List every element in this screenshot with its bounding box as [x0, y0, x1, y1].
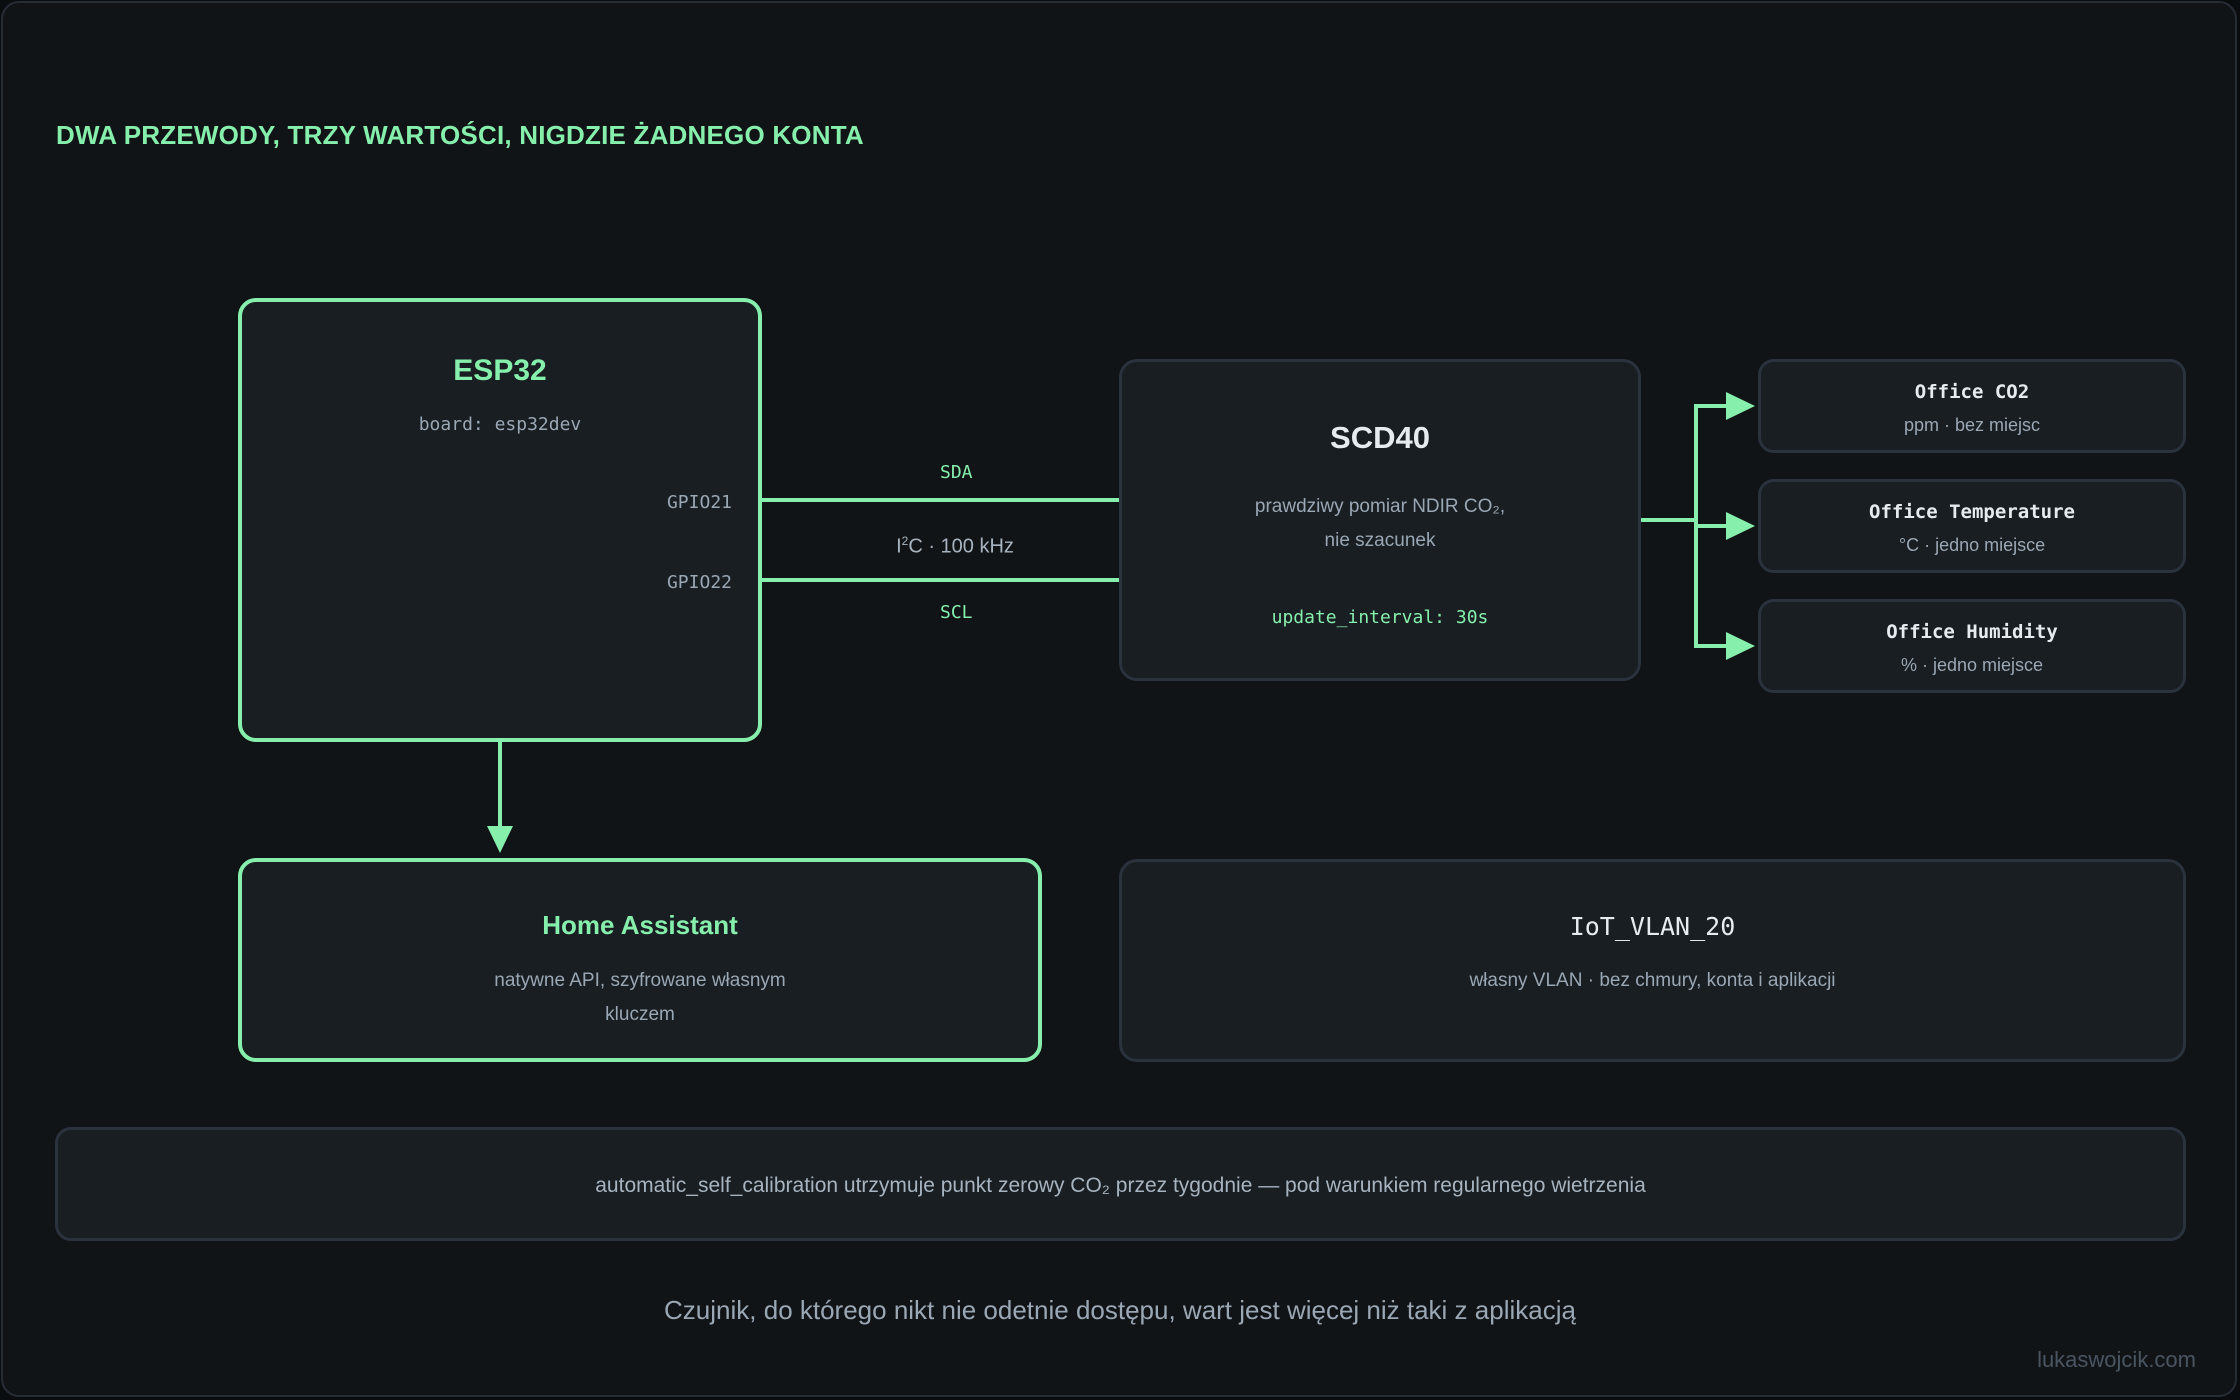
site-credit: lukaswojcik.com — [2037, 1347, 2196, 1372]
bus-protocol-rest: C · 100 kHz — [908, 535, 1014, 558]
scd40-title: SCD40 — [1330, 420, 1430, 455]
scd40-desc-line2: nie szacunek — [1324, 530, 1436, 551]
scl-label: SCL — [940, 602, 973, 623]
scd40-interval: update_interval: 30s — [1271, 607, 1489, 628]
output-temperature-sub: °C · jedno miejsce — [1898, 535, 2046, 555]
pin-gpio22: GPIO22 — [666, 572, 732, 593]
bus-protocol-label: I2C · 100 kHz — [880, 534, 1030, 559]
home-assistant-desc-line1: natywne API, szyfrowane własnym — [494, 970, 786, 991]
output-humidity-sub: % · jedno miejsce — [1900, 655, 2044, 675]
esp32-to-ha-arrowhead — [487, 826, 513, 853]
output-humidity-title: Office Humidity — [1886, 621, 2058, 643]
esp32-box: ESP32 board: esp32dev GPIO21 GPIO22 — [238, 298, 762, 742]
footer-tagline: Czujnik, do którego nikt nie odetnie dos… — [664, 1295, 1576, 1325]
branch-co2-arrowhead — [1726, 392, 1755, 420]
sda-label: SDA — [940, 462, 973, 483]
output-temperature-title: Office Temperature — [1869, 501, 2075, 523]
scd40-box: SCD40 prawdziwy pomiar NDIR CO₂, nie sza… — [1119, 359, 1641, 681]
esp32-title: ESP32 — [453, 354, 547, 387]
output-co2-sub: ppm · bez miejsc — [1903, 415, 2041, 435]
output-temperature-box: Office Temperature °C · jedno miejsce — [1758, 479, 2186, 573]
scd40-desc-line1: prawdziwy pomiar NDIR CO₂, — [1254, 496, 1506, 517]
output-co2-title: Office CO2 — [1914, 381, 2030, 403]
pin-gpio21: GPIO21 — [666, 492, 732, 513]
vlan-desc: własny VLAN · bez chmury, konta i aplika… — [1469, 970, 1836, 991]
output-humidity-box: Office Humidity % · jedno miejsce — [1758, 599, 2186, 693]
branch-temp-arrowhead — [1726, 512, 1755, 540]
branch-hum-arrowhead — [1726, 632, 1755, 660]
esp32-board: board: esp32dev — [418, 414, 582, 435]
vlan-box: IoT_VLAN_20 własny VLAN · bez chmury, ko… — [1119, 859, 2186, 1062]
home-assistant-title: Home Assistant — [542, 910, 738, 940]
calibration-note: automatic_self_calibration utrzymuje pun… — [595, 1174, 1646, 1197]
output-co2-box: Office CO2 ppm · bez miejsc — [1758, 359, 2186, 453]
home-assistant-box: Home Assistant natywne API, szyfrowane w… — [238, 858, 1042, 1062]
vlan-title: IoT_VLAN_20 — [1569, 912, 1736, 941]
calibration-note-box: automatic_self_calibration utrzymuje pun… — [55, 1127, 2186, 1241]
home-assistant-desc-line2: kluczem — [605, 1004, 675, 1025]
